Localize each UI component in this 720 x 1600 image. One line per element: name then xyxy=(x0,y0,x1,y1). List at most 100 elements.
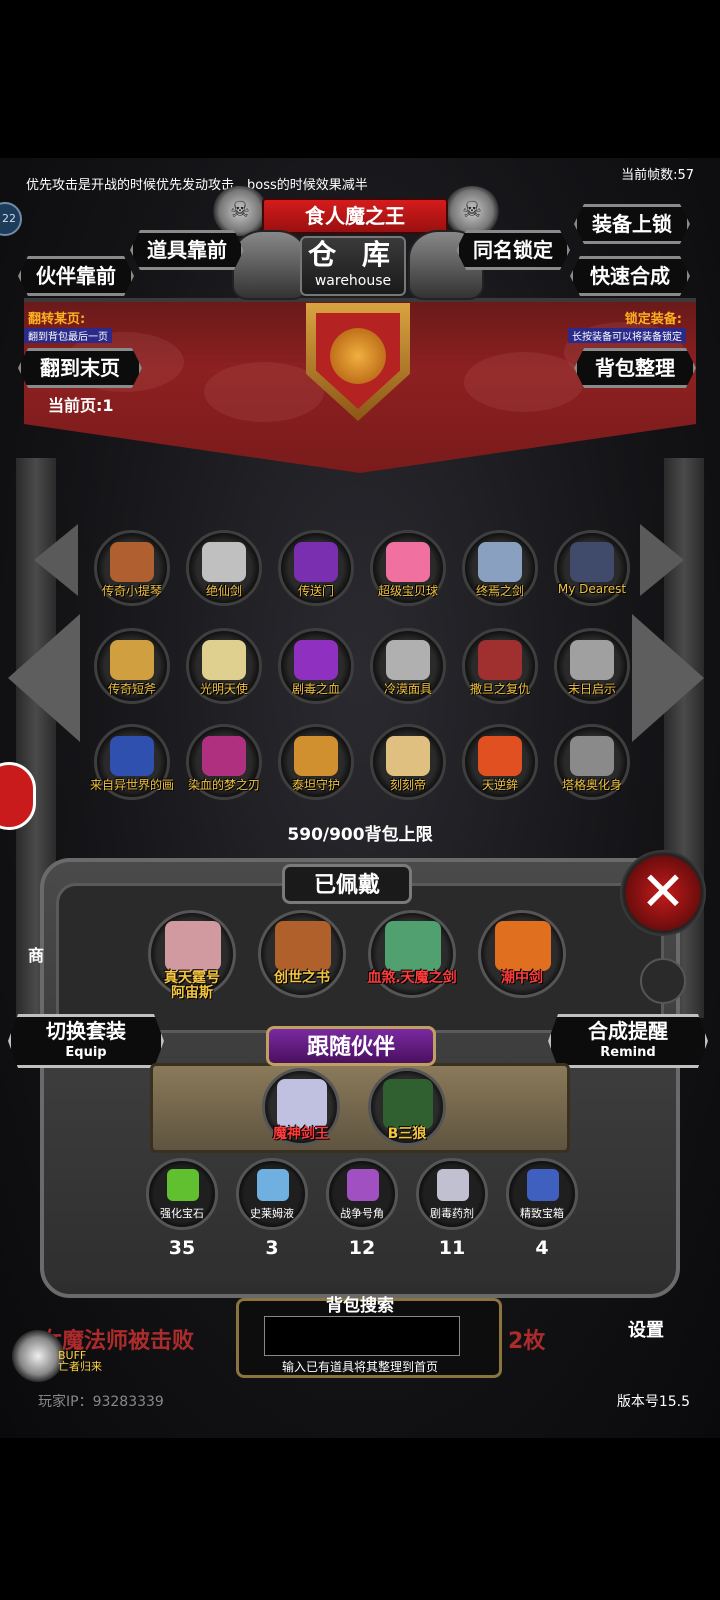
bag-item[interactable]: 染血的梦之刃 xyxy=(184,724,264,804)
resource-count: 12 xyxy=(348,1237,376,1259)
bag-item[interactable]: 传奇小提琴 xyxy=(92,530,172,610)
player-ip: 玩家IP：93283339 xyxy=(38,1394,164,1410)
resource-count: 3 xyxy=(265,1237,279,1259)
resource-item[interactable]: 战争号角 12 xyxy=(326,1158,398,1259)
next-page-small-arrow[interactable] xyxy=(640,524,684,596)
item-name: 撒旦之复仇 xyxy=(469,682,530,696)
item-icon xyxy=(570,640,614,680)
skull-icon: ☠ xyxy=(212,186,268,236)
next-page-arrow[interactable] xyxy=(632,614,704,742)
prev-page-arrow[interactable] xyxy=(8,614,80,742)
resource-icon xyxy=(167,1169,199,1201)
to-last-page-button[interactable]: 翻到末页 xyxy=(18,348,142,388)
resource-icon xyxy=(347,1169,379,1201)
item-icon xyxy=(294,736,338,776)
dice-icon[interactable] xyxy=(640,958,686,1004)
bag-item[interactable]: 绝仙剑 xyxy=(184,530,264,610)
version-number: 版本号15.5 xyxy=(616,1394,690,1410)
bag-item[interactable]: My Dearest xyxy=(552,530,632,610)
bag-item[interactable]: 刻刻帝 xyxy=(368,724,448,804)
switch-set-button[interactable]: 切换套装 Equip xyxy=(8,1014,164,1068)
bag-item[interactable]: 光明天使 xyxy=(184,628,264,708)
item-icon xyxy=(202,736,246,776)
bag-item[interactable]: 终焉之剑 xyxy=(460,530,540,610)
level-badge[interactable]: 22 xyxy=(0,202,22,236)
partner-icon xyxy=(383,1079,433,1129)
item-name: 染血的梦之刃 xyxy=(187,778,260,792)
resource-icon xyxy=(527,1169,559,1201)
partner-name: B三狼 xyxy=(387,1126,427,1142)
skull-icon: ☠ xyxy=(444,186,500,236)
equipped-item-name: 血煞.天魔之剑 xyxy=(367,970,457,986)
equipment-icon xyxy=(495,921,551,971)
item-icon xyxy=(478,542,522,582)
item-name: 传奇短斧 xyxy=(107,682,156,696)
partner-avatar[interactable]: 魔神剑王 xyxy=(262,1068,340,1146)
item-icon xyxy=(110,640,154,680)
bag-item[interactable]: 泰坦守护 xyxy=(276,724,356,804)
partner-icon xyxy=(277,1079,327,1129)
equipped-item[interactable]: 创世之书 xyxy=(258,910,346,998)
game-screen: 22 优先攻击是开战的时候优先发动攻击，boss的时候效果减半 当前帧数:57 … xyxy=(0,158,720,1438)
bag-item[interactable]: 来自异世界的画 xyxy=(90,724,174,804)
equipped-item[interactable]: 潮中剑 xyxy=(478,910,566,998)
equipped-item-name: 创世之书 xyxy=(274,970,330,986)
partner-front-button[interactable]: 伙伴靠前 xyxy=(18,256,134,296)
bag-sort-button[interactable]: 背包整理 xyxy=(574,348,696,388)
current-page: 当前页:1 xyxy=(48,396,114,415)
equipped-item[interactable]: 血煞.天魔之剑 xyxy=(367,910,457,998)
bag-item[interactable]: 剧毒之血 xyxy=(276,628,356,708)
item-name: 来自异世界的画 xyxy=(89,778,174,792)
bag-item[interactable]: 超级宝贝球 xyxy=(368,530,448,610)
resource-item[interactable]: 精致宝箱 4 xyxy=(506,1158,578,1259)
buff-label: BUFF 亡者归来 xyxy=(58,1349,102,1373)
equipped-item-name: 真天霆号 阿宙斯 xyxy=(164,970,220,1001)
bag-search-input[interactable] xyxy=(264,1316,460,1356)
item-icon xyxy=(386,736,430,776)
battle-log-tail: 2枚 xyxy=(508,1329,546,1354)
bag-capacity: 590/900背包上限 xyxy=(287,825,433,845)
item-name: 泰坦守护 xyxy=(291,778,340,792)
shop-label[interactable]: 商 xyxy=(28,942,44,966)
item-name: 绝仙剑 xyxy=(205,584,242,598)
search-hint: 输入已有道具将其整理到首页 xyxy=(281,1360,438,1374)
item-icon xyxy=(202,640,246,680)
same-name-lock-button[interactable]: 同名锁定 xyxy=(456,230,570,270)
tip-text: 优先攻击是开战的时候优先发动攻击，boss的时候效果减半 xyxy=(26,178,368,193)
item-name: 天逆鉾 xyxy=(481,778,518,792)
bag-item[interactable]: 撒旦之复仇 xyxy=(460,628,540,708)
merge-remind-button[interactable]: 合成提醒 Remind xyxy=(548,1014,708,1068)
equipment-icon xyxy=(275,921,331,971)
resource-item[interactable]: 史莱姆液 3 xyxy=(236,1158,308,1259)
item-icon xyxy=(294,542,338,582)
item-icon xyxy=(570,542,614,582)
close-button[interactable]: ✕ xyxy=(620,850,706,936)
resource-item[interactable]: 剧毒药剂 11 xyxy=(416,1158,488,1259)
prop-front-button[interactable]: 道具靠前 xyxy=(130,230,244,270)
item-icon xyxy=(386,542,430,582)
equipped-item[interactable]: 真天霆号 阿宙斯 xyxy=(148,910,236,1001)
resource-name: 战争号角 xyxy=(340,1207,384,1220)
item-name: 塔格奥化身 xyxy=(561,778,622,792)
settings-button[interactable]: 设置 xyxy=(628,1316,664,1342)
boss-title: 食人魔之王 xyxy=(262,198,448,234)
item-name: My Dearest xyxy=(557,582,627,596)
item-name: 刻刻帝 xyxy=(389,778,426,792)
bag-item[interactable]: 冷漠面具 xyxy=(368,628,448,708)
buff-skull-icon[interactable] xyxy=(12,1330,64,1382)
bag-item[interactable]: 塔格奥化身 xyxy=(552,724,632,804)
resource-item[interactable]: 强化宝石 35 xyxy=(146,1158,218,1259)
resource-name: 强化宝石 xyxy=(160,1207,204,1220)
equip-lock-button[interactable]: 装备上锁 xyxy=(574,204,690,244)
equipped-item-name: 潮中剑 xyxy=(501,970,543,986)
partner-avatar[interactable]: B三狼 xyxy=(368,1068,446,1146)
item-icon xyxy=(110,736,154,776)
quick-merge-button[interactable]: 快速合成 xyxy=(570,256,690,296)
prev-page-small-arrow[interactable] xyxy=(34,524,78,596)
bag-item[interactable]: 末日启示 xyxy=(552,628,632,708)
resource-name: 剧毒药剂 xyxy=(430,1207,474,1220)
bag-item[interactable]: 传送门 xyxy=(276,530,356,610)
bag-item[interactable]: 天逆鉾 xyxy=(460,724,540,804)
bag-item[interactable]: 传奇短斧 xyxy=(92,628,172,708)
lock-equip-sub: 长按装备可以将装备锁定 xyxy=(568,328,686,343)
